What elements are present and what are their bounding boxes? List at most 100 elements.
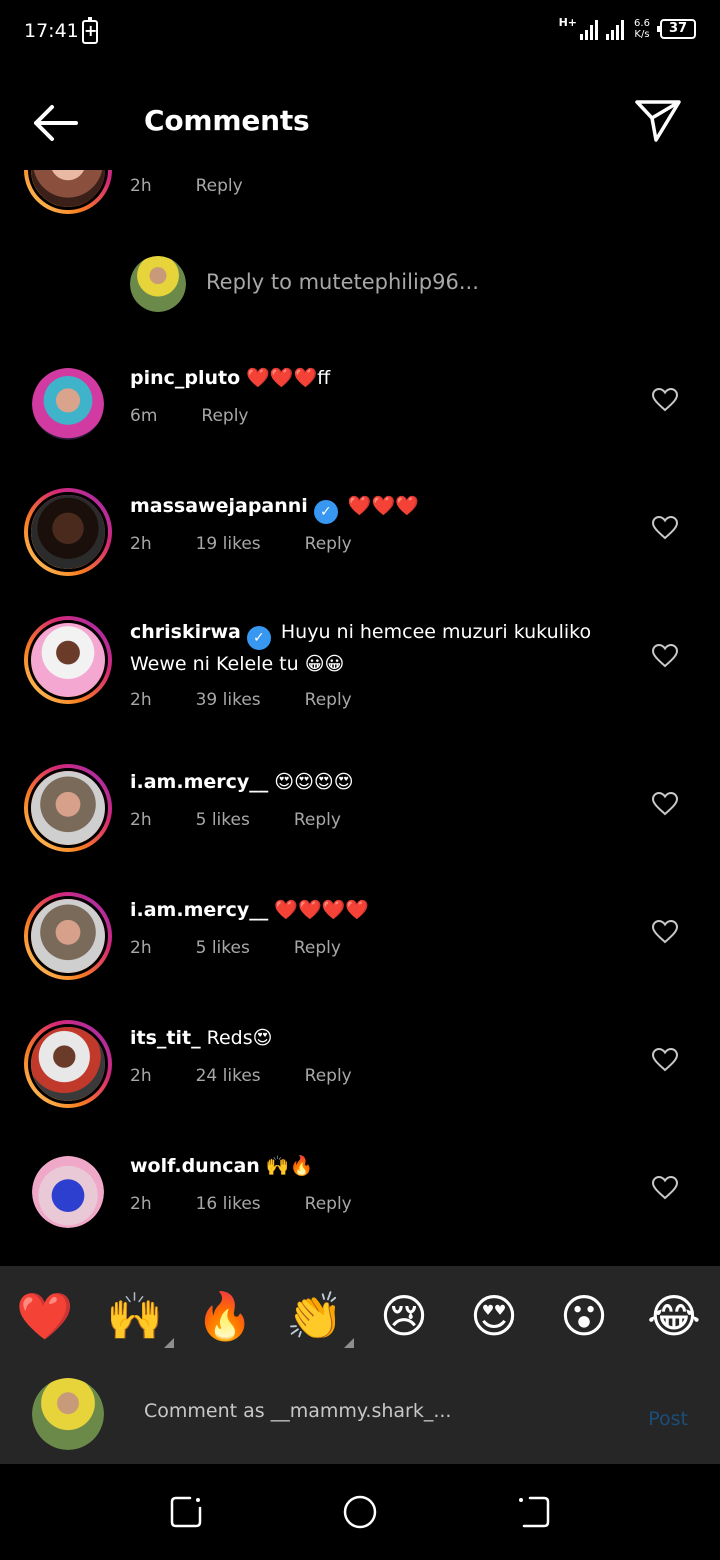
status-indicators: H+ 6.6 K/s 37 [558, 16, 696, 40]
comment-time: 2h [130, 176, 152, 196]
heart-outline-icon[interactable] [652, 920, 678, 944]
avatar[interactable] [24, 764, 112, 852]
heart-outline-icon[interactable] [652, 388, 678, 412]
reaction-heart-eyes[interactable]: 😍 [466, 1288, 522, 1344]
reply-prompt-text: Reply to mutetephilip96... [206, 270, 479, 294]
comments-list[interactable]: 2h Reply Reply to mutetephilip96... pinc… [0, 170, 720, 1266]
page-title: Comments [144, 104, 310, 137]
comment-username[interactable]: i.am.mercy__ [130, 899, 268, 921]
reaction-clap[interactable]: 👏 [286, 1288, 354, 1348]
comment-text: massawejapanni ✓ ❤️❤️❤️ [130, 492, 630, 524]
reaction-laughing[interactable]: 😂 [646, 1288, 702, 1344]
comment-input[interactable]: Comment as __mammy.shark_... [144, 1400, 614, 1422]
emoji-reaction-bar: ❤️ 🙌 🔥 👏 😢 😍 😮 😂 [0, 1266, 720, 1366]
verified-badge-icon: ✓ [246, 626, 271, 650]
reply-prompt[interactable]: Reply to mutetephilip96... [0, 256, 720, 312]
net-speed: 6.6 K/s [632, 18, 652, 40]
network-type: H+ [558, 16, 577, 29]
heart-outline-icon[interactable] [652, 1048, 678, 1072]
comment-composer: Comment as __mammy.shark_... Post [0, 1366, 720, 1464]
comment-username[interactable]: pinc_pluto [130, 367, 240, 389]
signal-icon-2 [606, 18, 624, 40]
comment-time: 2h [130, 1066, 152, 1086]
comment-likes[interactable]: 24 likes [196, 1066, 261, 1086]
comment-body: 🙌🔥 [265, 1155, 314, 1177]
reply-button[interactable]: Reply [201, 406, 248, 426]
current-user-avatar [32, 1378, 104, 1450]
avatar[interactable] [24, 616, 112, 704]
comment-likes[interactable]: 39 likes [196, 690, 261, 710]
heart-outline-icon[interactable] [652, 792, 678, 816]
comment-text: pinc_pluto ❤️❤️❤️ff [130, 364, 630, 392]
comment-body: ❤️❤️❤️❤️ [274, 899, 369, 921]
comment-time: 2h [130, 534, 152, 554]
skin-tone-indicator-icon [344, 1338, 354, 1348]
arrow-left-icon [34, 105, 78, 141]
heart-outline-icon[interactable] [652, 1176, 678, 1200]
verified-badge-icon: ✓ [313, 500, 338, 524]
comment-likes[interactable]: 19 likes [196, 534, 261, 554]
comment-meta: 2h 39 likes Reply [130, 690, 396, 710]
charging-icon: + [82, 17, 98, 44]
heart-outline-icon[interactable] [652, 516, 678, 540]
system-nav-bar [0, 1464, 720, 1560]
avatar[interactable] [32, 1156, 104, 1228]
comment-time: 2h [130, 1194, 152, 1214]
comment-username[interactable]: wolf.duncan [130, 1155, 260, 1177]
avatar[interactable] [24, 892, 112, 980]
reaction-fire[interactable]: 🔥 [196, 1288, 253, 1344]
comment-body: Reds😍 [206, 1027, 273, 1049]
comment-time: 2h [130, 810, 152, 830]
comment-time: 2h [130, 690, 152, 710]
comment-username[interactable]: chriskirwa [130, 621, 241, 643]
comment-username[interactable]: i.am.mercy__ [130, 771, 268, 793]
avatar[interactable] [24, 488, 112, 576]
comment-text: i.am.mercy__ ❤️❤️❤️❤️ [130, 896, 630, 924]
comment-time: 2h [130, 938, 152, 958]
comment-username[interactable]: massawejapanni [130, 495, 308, 517]
reply-button[interactable]: Reply [305, 1194, 352, 1214]
comment-text: its_tit_ Reds😍 [130, 1024, 630, 1052]
comment-meta: 2h 16 likes Reply [130, 1194, 396, 1214]
status-time: 17:41 [24, 20, 79, 42]
comment-meta: 2h 5 likes Reply [130, 938, 385, 958]
reaction-crying[interactable]: 😢 [376, 1288, 432, 1344]
recent-apps-icon[interactable] [168, 1494, 204, 1530]
comment-text: i.am.mercy__ 😍😍😍😍 [130, 768, 630, 796]
avatar[interactable] [24, 170, 112, 214]
avatar[interactable] [32, 368, 104, 440]
reaction-surprised[interactable]: 😮 [556, 1288, 612, 1344]
reply-button[interactable]: Reply [305, 1066, 352, 1086]
reaction-heart[interactable]: ❤️ [16, 1288, 73, 1344]
comment-body: ❤️❤️❤️ff [246, 367, 331, 389]
back-button[interactable] [28, 102, 82, 144]
heart-outline-icon[interactable] [652, 644, 678, 668]
reply-button[interactable]: Reply [196, 176, 243, 196]
home-icon[interactable] [342, 1494, 378, 1530]
comment-likes[interactable]: 5 likes [196, 938, 250, 958]
comment-likes[interactable]: 16 likes [196, 1194, 261, 1214]
header: Comments [0, 66, 720, 170]
net-speed-unit: K/s [634, 29, 650, 40]
reaction-raised-hands-glyph: 🙌 [106, 1289, 164, 1343]
post-button[interactable]: Post [648, 1408, 688, 1430]
paper-plane-icon [635, 100, 681, 142]
status-bar: 17:41 + H+ 6.6 K/s 37 [0, 0, 720, 66]
reply-button[interactable]: Reply [305, 690, 352, 710]
battery-icon: 37 [657, 19, 696, 39]
back-nav-icon[interactable] [516, 1494, 552, 1530]
reaction-clap-glyph: 👏 [286, 1289, 344, 1343]
reply-button[interactable]: Reply [305, 534, 352, 554]
reply-button[interactable]: Reply [294, 810, 341, 830]
comment-meta: 2h 19 likes Reply [130, 534, 396, 554]
comment-username[interactable]: its_tit_ [130, 1027, 201, 1049]
share-button[interactable] [634, 98, 682, 144]
comment-body: 😍😍😍😍 [274, 771, 354, 793]
reply-button[interactable]: Reply [294, 938, 341, 958]
reaction-raised-hands[interactable]: 🙌 [106, 1288, 174, 1348]
avatar[interactable] [24, 1020, 112, 1108]
comment-meta: 2h Reply [130, 176, 287, 196]
skin-tone-indicator-icon [164, 1338, 174, 1348]
comment-likes[interactable]: 5 likes [196, 810, 250, 830]
comment-meta: 2h 5 likes Reply [130, 810, 385, 830]
